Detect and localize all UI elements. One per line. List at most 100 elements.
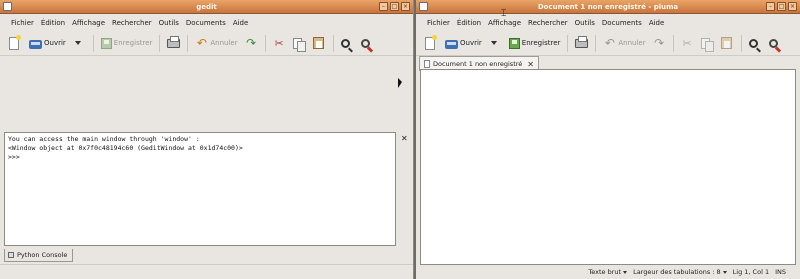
maximize-button[interactable]: □ [777, 2, 786, 11]
document-icon [424, 60, 430, 68]
new-document-icon [425, 34, 437, 50]
window-title: Document 1 non enregistré - pluma [537, 3, 679, 11]
open-button[interactable]: Ouvrir [443, 34, 484, 53]
close-button[interactable]: × [401, 2, 410, 11]
console-prompt: >>> [8, 153, 20, 161]
syntax-mode-selector[interactable]: Texte brut [588, 268, 628, 276]
print-icon [575, 35, 589, 48]
console-line: <Window object at 0x7f0c48194c60 (GeditW… [8, 144, 243, 152]
open-label: Ouvrir [460, 39, 482, 47]
find-button[interactable] [747, 34, 764, 53]
menu-aide[interactable]: Aide [646, 19, 667, 27]
text-cursor-icon: ⌶ [501, 9, 507, 19]
menu-documents[interactable]: Documents [599, 19, 645, 27]
empty-document-area [0, 57, 413, 131]
tab-width-label: Largeur des tabulations : 8 [633, 268, 721, 276]
toolbar: Ouvrir Enregistrer ↶ Annuler ↷ ✂ [0, 31, 413, 56]
separator [567, 34, 569, 52]
close-button[interactable]: × [788, 2, 797, 11]
save-icon [508, 37, 520, 49]
paste-icon [312, 37, 324, 49]
menu-edition[interactable]: Édition [38, 19, 68, 27]
menu-fichier[interactable]: Fichier [424, 19, 453, 27]
bottom-panel-close-icon[interactable]: ✕ [401, 134, 408, 143]
menu-outils[interactable]: Outils [572, 19, 598, 27]
mouse-pointer-icon [398, 78, 402, 88]
separator [264, 34, 266, 52]
save-button[interactable]: Enregistrer [99, 34, 155, 53]
save-icon [100, 37, 112, 49]
menubar: Fichier Édition Affichage Rechercher Out… [0, 14, 413, 31]
pluma-window: Document 1 non enregistré - pluma – □ × … [416, 0, 800, 279]
pluma-titlebar[interactable]: Document 1 non enregistré - pluma – □ × [416, 0, 800, 14]
python-console[interactable]: You can access the main window through '… [4, 132, 396, 246]
replace-button[interactable] [767, 34, 784, 53]
save-label: Enregistrer [521, 39, 561, 47]
open-recent-dropdown[interactable] [71, 34, 88, 53]
gedit-window: gedit – □ × Fichier Édition Affichage Re… [0, 0, 414, 279]
chevron-down-icon [490, 41, 497, 45]
undo-button[interactable]: ↶ Annuler [193, 34, 239, 53]
separator [92, 34, 94, 52]
save-button[interactable]: Enregistrer [507, 34, 563, 53]
search-icon [748, 38, 758, 48]
print-button[interactable] [573, 34, 590, 53]
tab-python-console[interactable]: Python Console [4, 249, 74, 262]
chevron-down-icon [722, 270, 727, 274]
menu-outils[interactable]: Outils [156, 19, 182, 27]
menu-rechercher[interactable]: Rechercher [109, 19, 155, 27]
syntax-mode-label: Texte brut [588, 268, 622, 276]
open-recent-dropdown[interactable] [487, 34, 504, 53]
redo-button[interactable]: ↷ [243, 34, 260, 53]
cursor-position: Lig 1, Col 1 [732, 268, 770, 276]
separator [595, 34, 597, 52]
close-tab-icon[interactable]: ✕ [527, 60, 534, 69]
copy-button[interactable] [699, 34, 716, 53]
cut-button[interactable]: ✂ [271, 34, 288, 53]
chevron-down-icon [623, 270, 628, 274]
paste-button[interactable] [311, 34, 328, 53]
menu-documents[interactable]: Documents [183, 19, 229, 27]
undo-label: Annuler [210, 39, 238, 47]
minimize-button[interactable]: – [766, 2, 775, 11]
menu-edition[interactable]: Édition [454, 19, 484, 27]
statusbar: Texte brut Largeur des tabulations : 8 L… [416, 265, 800, 279]
search-icon [340, 38, 350, 48]
find-button[interactable] [339, 34, 356, 53]
replace-button[interactable] [359, 34, 376, 53]
new-button[interactable] [423, 34, 440, 53]
python-console-icon [8, 252, 14, 258]
text-editor[interactable] [420, 69, 796, 265]
minimize-button[interactable]: – [379, 2, 388, 11]
open-button[interactable]: Ouvrir [27, 34, 68, 53]
menu-affichage[interactable]: Affichage [69, 19, 108, 27]
tab-document-label: Document 1 non enregistré [433, 60, 523, 68]
print-button[interactable] [165, 34, 182, 53]
cut-button[interactable]: ✂ [679, 34, 696, 53]
menu-fichier[interactable]: Fichier [8, 19, 37, 27]
menu-affichage[interactable]: Affichage [485, 19, 524, 27]
new-button[interactable] [7, 34, 24, 53]
maximize-button[interactable]: □ [390, 2, 399, 11]
undo-button[interactable]: ↶ Annuler [601, 34, 647, 53]
redo-button[interactable]: ↷ [651, 34, 668, 53]
menu-rechercher[interactable]: Rechercher [525, 19, 571, 27]
undo-icon: ↶ [196, 35, 207, 50]
paste-button[interactable] [719, 34, 736, 53]
find-replace-icon [360, 38, 370, 48]
new-document-icon [9, 34, 21, 50]
insert-mode: INS [775, 268, 786, 276]
redo-icon: ↷ [246, 35, 257, 50]
menu-aide[interactable]: Aide [230, 19, 251, 27]
chevron-down-icon [74, 41, 81, 45]
gedit-titlebar[interactable]: gedit – □ × [0, 0, 413, 14]
separator [159, 34, 161, 52]
toolbar: Ouvrir Enregistrer ↶ Annuler ↷ ✂ [416, 31, 800, 56]
copy-button[interactable] [291, 34, 308, 53]
tab-width-selector[interactable]: Largeur des tabulations : 8 [633, 268, 727, 276]
separator [187, 34, 189, 52]
folder-icon [445, 39, 458, 49]
menubar: Fichier Édition Affichage Rechercher Out… [416, 14, 800, 31]
separator [332, 34, 334, 52]
copy-icon [292, 37, 306, 52]
